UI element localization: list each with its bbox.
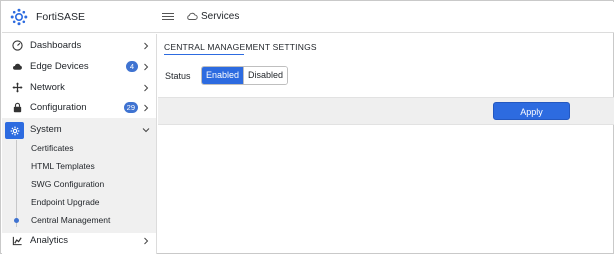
submenu-rail [16,140,17,227]
sidebar-subitem-html-templates[interactable]: HTML Templates [31,161,95,171]
chevron-right-icon [144,104,149,111]
sidebar: Dashboards Edge Devices 4 Network Config… [2,34,157,254]
sidebar-subitem-endpoint-upgrade[interactable]: Endpoint Upgrade [31,197,100,207]
breadcrumb-label: Services [201,10,240,22]
sidebar-item-configuration[interactable]: Configuration 29 [2,97,156,118]
form-footer-bar: Apply [158,97,614,125]
sidebar-item-system[interactable]: System [2,119,156,140]
analytics-icon [11,235,23,247]
brand[interactable]: FortiSASE [10,8,85,26]
lock-icon [11,102,23,114]
status-enabled-option[interactable]: Enabled [202,67,244,84]
sidebar-item-network[interactable]: Network [2,77,156,98]
top-bar: FortiSASE Services [2,2,614,33]
sidebar-subitem-swg-configuration[interactable]: SWG Configuration [31,179,104,189]
sidebar-item-label: Network [30,82,65,93]
chevron-right-icon [144,42,149,49]
sidebar-item-edge-devices[interactable]: Edge Devices 4 [2,56,156,77]
section-title: CENTRAL MANAGEMENT SETTINGS [164,42,317,52]
cloud-icon [187,12,198,20]
status-label: Status [165,71,191,81]
cloud-icon [11,61,23,73]
sidebar-item-label: System [30,124,62,135]
sidebar-item-label: Dashboards [30,40,82,51]
status-disabled-option[interactable]: Disabled [243,67,288,84]
network-arrows-icon [11,82,23,94]
section-title-underline [164,54,244,55]
chevron-right-icon [144,63,149,70]
gauge-icon [11,40,23,52]
sidebar-item-label: Edge Devices [30,61,89,72]
count-badge: 4 [126,61,138,72]
breadcrumb[interactable]: Services [186,10,239,22]
gear-icon [5,122,24,139]
app-name: FortiSASE [36,11,86,23]
sidebar-item-analytics[interactable]: Analytics [2,230,156,251]
main-content: CENTRAL MANAGEMENT SETTINGS Status Enabl… [158,34,614,254]
sidebar-subitem-certificates[interactable]: Certificates [31,143,74,153]
sidebar-item-label: Configuration [30,102,87,113]
fortisase-logo-icon [10,8,28,26]
status-toggle-group: Enabled Disabled [201,66,289,85]
chevron-right-icon [144,237,149,244]
sidebar-subitem-central-management[interactable]: Central Management [31,215,110,225]
sidebar-item-dashboards[interactable]: Dashboards [2,35,156,56]
app-window: FortiSASE Services Dashboards Edge Devic… [0,0,614,254]
hamburger-menu-icon[interactable] [162,11,174,23]
chevron-right-icon [144,84,149,91]
count-badge: 29 [123,102,138,113]
system-section: System Certificates HTML Templates SWG C… [2,118,156,233]
active-indicator-dot [14,218,19,223]
chevron-down-icon [142,127,150,132]
sidebar-item-label: Analytics [30,235,69,246]
apply-button[interactable]: Apply [493,102,570,120]
